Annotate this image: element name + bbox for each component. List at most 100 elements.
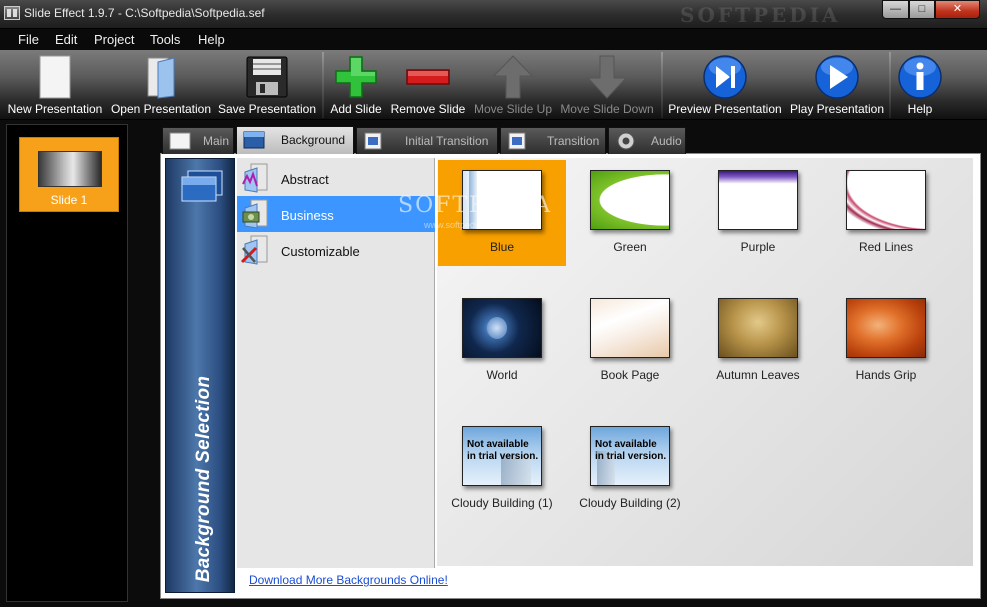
- background-label: Cloudy Building (2): [579, 496, 681, 510]
- background-label: Autumn Leaves: [716, 368, 800, 382]
- menu-file[interactable]: File: [18, 32, 39, 47]
- preview-icon: [703, 55, 747, 99]
- background-item-book-page[interactable]: Book Page: [566, 288, 694, 394]
- save-presentation-button[interactable]: Save Presentation: [216, 50, 318, 120]
- slide-thumbnail[interactable]: Slide 1: [19, 137, 119, 212]
- background-thumbnail: [462, 298, 542, 358]
- info-icon: [898, 55, 942, 99]
- move-slide-up-button[interactable]: Move Slide Up: [472, 50, 554, 120]
- background-item-hands-grip[interactable]: Hands Grip: [822, 288, 950, 394]
- menu-tools[interactable]: Tools: [150, 32, 180, 47]
- background-thumbnail: [718, 298, 798, 358]
- menu-bar: File Edit Project Tools Help: [0, 29, 987, 50]
- play-presentation-button[interactable]: Play Presentation: [788, 50, 886, 120]
- move-slide-down-button[interactable]: Move Slide Down: [558, 50, 656, 120]
- download-backgrounds-link[interactable]: Download More Backgrounds Online!: [249, 573, 448, 587]
- abstract-icon: [242, 163, 268, 193]
- background-thumbnail: [590, 170, 670, 230]
- background-tab-icon: [243, 131, 265, 149]
- speaker-icon: [617, 132, 635, 150]
- slide-preview-image: [38, 151, 102, 187]
- add-slide-button[interactable]: Add Slide: [328, 50, 384, 120]
- tab-audio[interactable]: Audio: [608, 127, 686, 154]
- add-slide-label: Add Slide: [330, 102, 382, 116]
- watermark: SOFTPEDIA: [398, 193, 553, 218]
- new-presentation-label: New Presentation: [7, 102, 103, 116]
- background-thumbnail: [590, 298, 670, 358]
- toolbar-separator: [889, 52, 891, 118]
- watermark: SOFTPEDIA: [680, 3, 841, 27]
- tab-transition-label: Transition: [547, 134, 600, 148]
- tab-transition[interactable]: Transition: [500, 127, 606, 154]
- background-label: World: [486, 368, 518, 382]
- preview-presentation-button[interactable]: Preview Presentation: [666, 50, 784, 120]
- close-icon: ✕: [952, 3, 963, 15]
- tab-background[interactable]: Background: [236, 126, 354, 154]
- play-icon: [815, 55, 859, 99]
- menu-help[interactable]: Help: [198, 32, 225, 47]
- minimize-icon: —: [890, 3, 901, 15]
- minus-icon: [406, 69, 450, 85]
- remove-slide-button[interactable]: Remove Slide: [388, 50, 468, 120]
- close-button[interactable]: ✕: [935, 0, 980, 19]
- background-item-world[interactable]: World: [438, 288, 566, 394]
- open-presentation-label: Open Presentation: [110, 102, 212, 116]
- background-stack-icon: [181, 170, 223, 202]
- category-label: Customizable: [281, 244, 360, 259]
- app-icon: [4, 6, 20, 20]
- toolbar-separator: [661, 52, 663, 118]
- background-item-cloudy-building-1[interactable]: Not available in trial version. Cloudy Bu…: [438, 416, 566, 522]
- slide-list: Slide 1: [6, 124, 128, 602]
- save-disk-icon: [246, 56, 288, 98]
- category-item-abstract[interactable]: Abstract: [237, 160, 435, 196]
- maximize-icon: □: [918, 3, 926, 15]
- tab-background-label: Background: [281, 133, 346, 147]
- open-folder-icon: [147, 57, 175, 99]
- tab-main-label: Main: [203, 134, 230, 148]
- arrow-up-icon: [492, 55, 534, 99]
- open-presentation-button[interactable]: Open Presentation: [108, 50, 214, 120]
- main-tab-icon: [169, 132, 191, 150]
- new-presentation-button[interactable]: New Presentation: [4, 50, 106, 120]
- background-item-red-lines[interactable]: Red Lines: [822, 160, 950, 266]
- initial-transition-icon: [364, 132, 382, 150]
- tab-initial-transition[interactable]: Initial Transition: [356, 127, 498, 154]
- category-label: Abstract: [281, 172, 329, 187]
- menu-project[interactable]: Project: [94, 32, 134, 47]
- background-label: Blue: [489, 240, 515, 254]
- background-label: Hands Grip: [855, 368, 917, 382]
- banner-title: Background Selection: [193, 375, 214, 583]
- tab-audio-label: Audio: [651, 134, 682, 148]
- background-selection-banner: Background Selection: [165, 158, 235, 593]
- move-slide-down-label: Move Slide Down: [560, 102, 654, 116]
- background-thumbnail: [846, 170, 926, 230]
- category-item-customizable[interactable]: Customizable: [237, 232, 435, 268]
- help-label: Help: [907, 102, 933, 116]
- window-title: Slide Effect 1.9.7 - C:\Softpedia\Softpe…: [24, 6, 265, 20]
- background-item-purple[interactable]: Purple: [694, 160, 822, 266]
- slide-label: Slide 1: [50, 193, 88, 207]
- watermark-url: www.softpedia.com: [424, 220, 502, 230]
- background-item-cloudy-building-2[interactable]: Not available in trial version. Cloudy Bu…: [566, 416, 694, 522]
- arrow-down-icon: [586, 55, 628, 99]
- play-presentation-label: Play Presentation: [789, 102, 885, 116]
- title-bar[interactable]: Slide Effect 1.9.7 - C:\Softpedia\Softpe…: [0, 0, 987, 29]
- new-document-icon: [39, 55, 71, 99]
- category-label: Business: [281, 208, 334, 223]
- business-money-icon: [242, 199, 268, 229]
- trial-notice: Not available in trial version.: [467, 439, 539, 462]
- background-item-autumn-leaves[interactable]: Autumn Leaves: [694, 288, 822, 394]
- background-grid: Blue Green Purple Red Lines World Book P…: [437, 158, 973, 566]
- save-presentation-label: Save Presentation: [217, 102, 317, 116]
- trial-notice: Not available in trial version.: [595, 439, 667, 462]
- background-thumbnail: Not available in trial version.: [590, 426, 670, 486]
- background-thumbnail: [846, 298, 926, 358]
- maximize-button[interactable]: □: [909, 0, 935, 19]
- transition-icon: [508, 132, 526, 150]
- help-button[interactable]: Help: [894, 50, 946, 120]
- background-item-green[interactable]: Green: [566, 160, 694, 266]
- menu-edit[interactable]: Edit: [55, 32, 77, 47]
- minimize-button[interactable]: —: [882, 0, 909, 19]
- background-label: Cloudy Building (1): [451, 496, 553, 510]
- tab-main[interactable]: Main: [162, 127, 234, 154]
